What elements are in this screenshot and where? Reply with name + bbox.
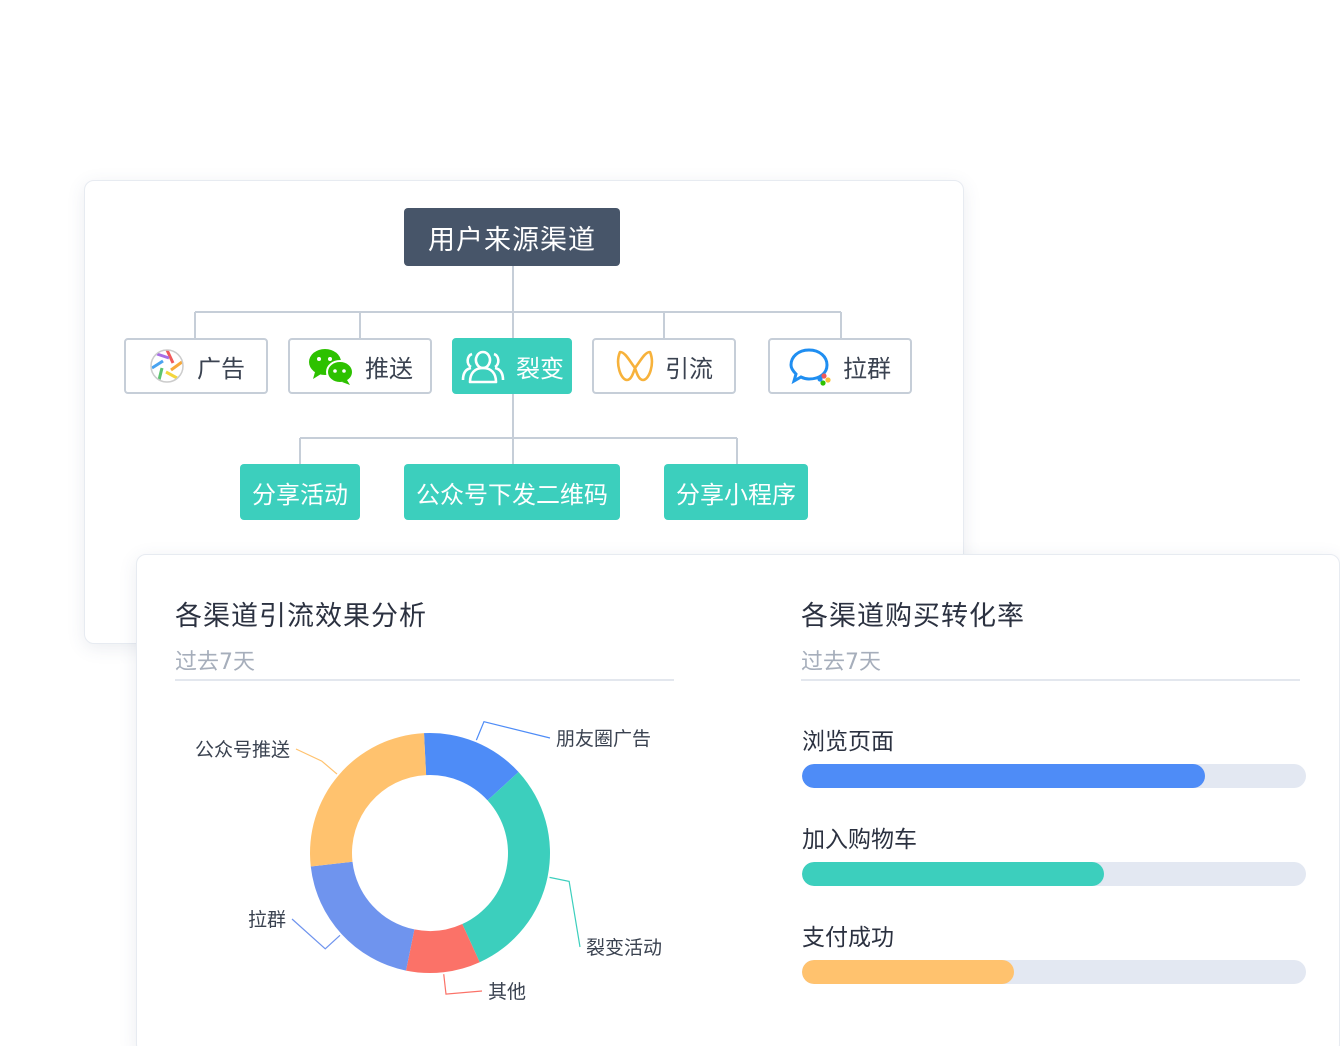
bar-track (802, 764, 1306, 788)
chat-bubble-icon (789, 346, 833, 386)
sub-node-share-activity[interactable]: 分享活动 (240, 464, 360, 520)
right-panel-divider (801, 679, 1300, 681)
leader-line (291, 918, 341, 950)
channel-label: 广告 (197, 354, 245, 383)
donut-slice (462, 771, 550, 963)
channel-node-push[interactable]: 推送 (288, 338, 432, 394)
bar-fill (802, 764, 1206, 788)
slice-label: 拉群 (248, 909, 286, 931)
sub-node-qrcode[interactable]: 公众号下发二维码 (404, 464, 620, 520)
channel-label: 裂变 (516, 354, 564, 383)
wechat-icon (307, 346, 355, 386)
slice-label: 朋友圈广告 (556, 728, 651, 750)
channel-label: 引流 (665, 354, 713, 383)
leader-line (475, 720, 551, 741)
slice-label: 其他 (488, 981, 526, 1003)
root-node: 用户来源渠道 (404, 208, 620, 266)
bar-track (802, 862, 1306, 886)
leader-line (295, 748, 338, 775)
channel-node-fission[interactable]: 裂变 (452, 338, 572, 394)
bar-label: 浏览页面 (802, 729, 894, 755)
channel-node-group[interactable]: 拉群 (768, 338, 912, 394)
bar-label: 加入购物车 (802, 827, 917, 853)
left-panel-title: 各渠道引流效果分析 (175, 601, 427, 632)
slice-label: 裂变活动 (586, 937, 662, 959)
aperture-icon (147, 346, 187, 386)
donut-slice (310, 861, 415, 971)
left-panel-divider (175, 679, 674, 681)
leader-line (549, 876, 581, 948)
bar-fill (802, 862, 1105, 886)
channel-node-ads[interactable]: 广告 (124, 338, 268, 394)
left-panel-subtitle: 过去7天 (175, 650, 255, 675)
ribbon-icon (615, 346, 655, 386)
channel-node-traffic[interactable]: 引流 (592, 338, 736, 394)
donut-chart: 朋友圈广告裂变活动其他 拉群 公众号推送 (195, 720, 662, 1003)
right-panel-subtitle: 过去7天 (801, 650, 881, 675)
users-icon (460, 346, 506, 386)
slice-label: 公众号推送 (195, 739, 290, 761)
channel-label: 拉群 (843, 354, 891, 383)
leader-line (443, 974, 483, 995)
bar-track (802, 960, 1306, 984)
donut-slice (310, 733, 427, 867)
channel-label: 推送 (365, 354, 413, 383)
bar-label: 支付成功 (802, 925, 894, 951)
right-panel-title: 各渠道购买转化率 (801, 601, 1025, 632)
sub-node-mini-program[interactable]: 分享小程序 (664, 464, 808, 520)
bar-fill (802, 960, 1014, 984)
